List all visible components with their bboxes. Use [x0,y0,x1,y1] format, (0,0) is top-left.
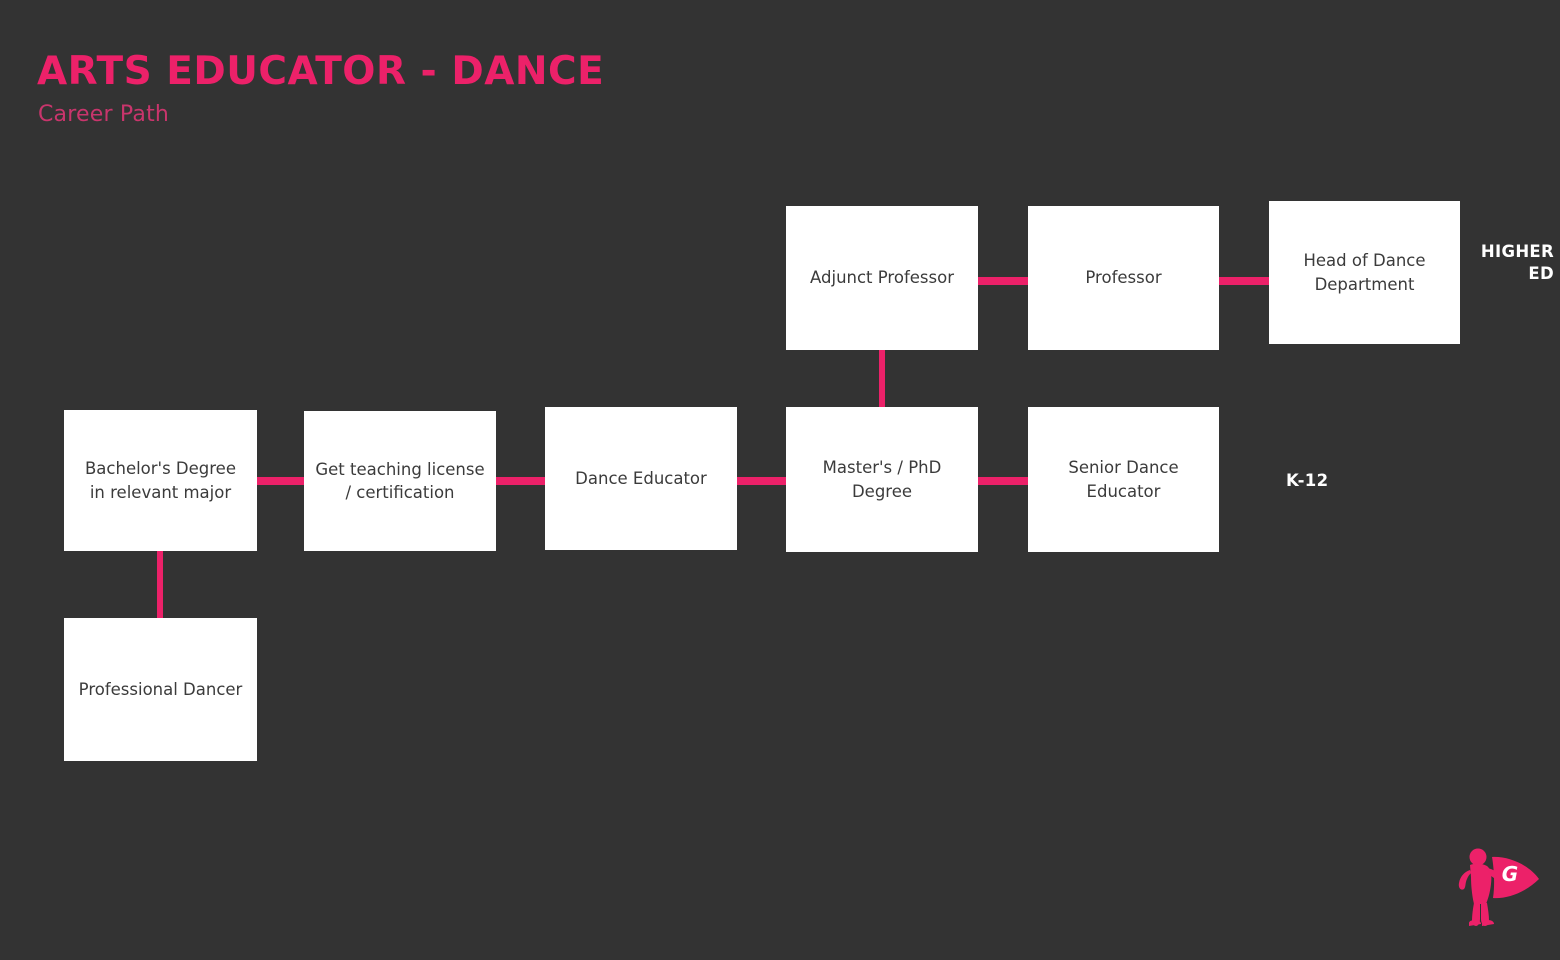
flow-node-label: Dance Educator [575,468,707,488]
logo-letter: G [1502,862,1518,886]
connector-bachelors-to-professional-dancer [157,551,163,618]
connector-dance-educator-to-masters [737,477,786,485]
flow-node-label: Get teaching license / certification [315,459,485,502]
slide-header: ARTS EDUCATOR - DANCE Career Path [37,49,937,127]
flow-node-head-of-dance-department[interactable]: Head of Dance Department [1269,201,1460,344]
flow-node-label: Master's / PhD Degree [822,458,942,501]
flow-node-masters-phd-degree[interactable]: Master's / PhD Degree [786,407,978,552]
track-label-higher-ed: HIGHER ED [1480,242,1554,283]
flow-node-dance-educator[interactable]: Dance Educator [545,407,737,550]
flow-node-professional-dancer[interactable]: Professional Dancer [64,618,257,761]
flow-node-adjunct-professor[interactable]: Adjunct Professor [786,206,978,350]
connector-bachelors-to-license [257,477,304,485]
flow-node-teaching-license[interactable]: Get teaching license / certification [304,411,496,551]
flow-node-label: Head of Dance Department [1303,251,1426,294]
track-label-k-12: K-12 [1286,471,1329,490]
slide-canvas: ARTS EDUCATOR - DANCE Career Path Adjunc… [0,0,1560,960]
flow-node-label: Adjunct Professor [810,268,954,288]
page-subtitle: Career Path [38,101,170,127]
connector-adjunct-to-professor [978,277,1028,285]
flow-node-professor[interactable]: Professor [1028,206,1219,350]
connector-masters-to-adjunct [879,350,885,407]
flow-node-bachelors-degree[interactable]: Bachelor's Degree in relevant major [64,410,257,551]
flow-node-label: Bachelor's Degree in relevant major [84,459,236,502]
connector-masters-to-senior-educator [978,477,1028,485]
superhero-g-logo: G [1448,843,1544,929]
connector-license-to-dance-educator [496,477,545,485]
connector-professor-to-head-of-dept [1219,277,1269,285]
flow-node-label: Professional Dancer [78,679,243,699]
page-title: ARTS EDUCATOR - DANCE [37,49,605,94]
flow-node-senior-dance-educator[interactable]: Senior Dance Educator [1028,407,1219,552]
flow-node-label: Senior Dance Educator [1068,458,1179,501]
flow-node-label: Professor [1085,268,1162,288]
